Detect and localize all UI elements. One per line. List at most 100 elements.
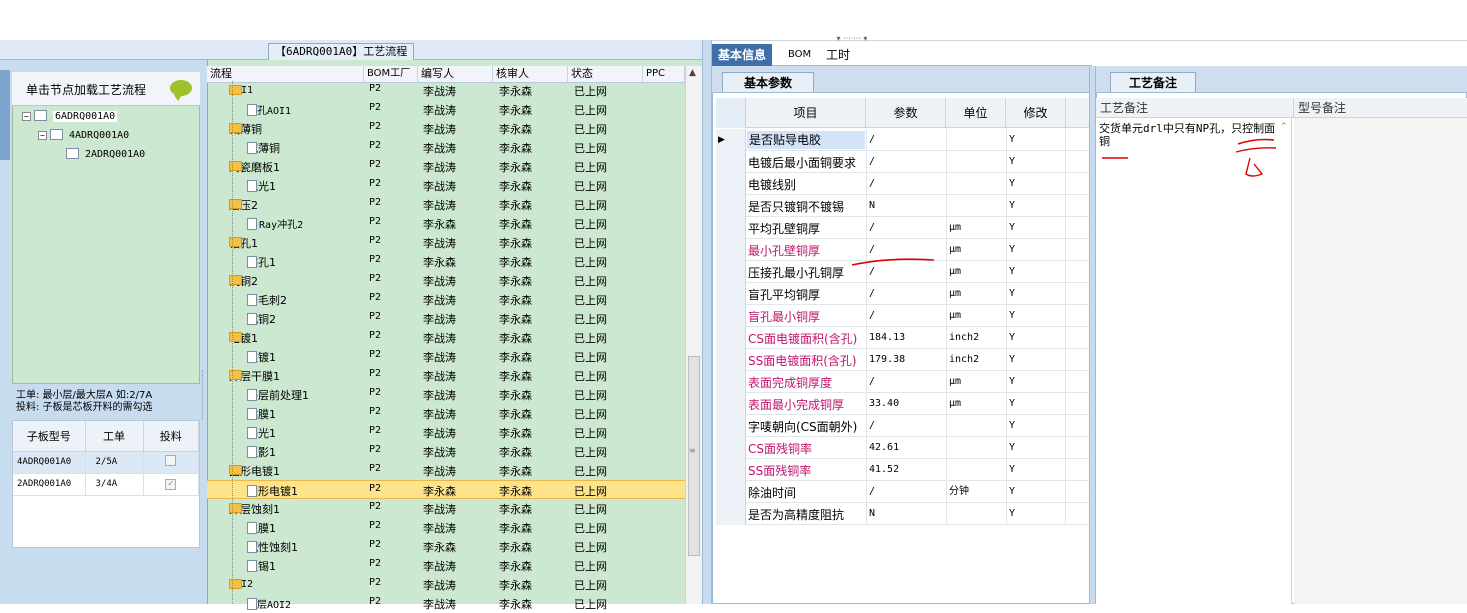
- param-value-cell[interactable]: /: [866, 371, 946, 393]
- row-indicator[interactable]: [716, 393, 746, 415]
- param-row[interactable]: 表面完成铜厚度 / μm Y: [716, 371, 1089, 393]
- flow-row[interactable]: −钻孔1 P2 李战涛 李永森 已上网: [207, 233, 685, 252]
- param-remark-splitter[interactable]: [1089, 66, 1096, 604]
- sub-col-header[interactable]: 投料: [143, 421, 199, 452]
- param-row[interactable]: 盲孔最小铜厚 / μm Y: [716, 305, 1089, 327]
- row-indicator[interactable]: [716, 459, 746, 481]
- tab-process-remark[interactable]: 工艺备注: [1110, 72, 1196, 92]
- sub-order-cell[interactable]: 2/5A: [85, 451, 144, 474]
- col-header-item[interactable]: 项目: [746, 98, 866, 128]
- param-value-cell[interactable]: 42.61: [866, 437, 946, 459]
- flow-row[interactable]: X-Ray冲孔2 P2 李永森 李永森 已上网: [207, 214, 685, 233]
- flow-row[interactable]: 图形电镀1 P2 李永森 李永森 已上网: [207, 480, 685, 499]
- param-value-cell[interactable]: /: [866, 481, 946, 503]
- feed-checkbox[interactable]: ✓: [165, 478, 177, 490]
- flow-row[interactable]: 曝光1 P2 李战涛 李永森 已上网: [207, 423, 685, 442]
- flow-row[interactable]: 显影1 P2 李战涛 李永森 已上网: [207, 442, 685, 461]
- param-row[interactable]: 平均孔壁铜厚 / μm Y: [716, 217, 1089, 239]
- tree-node[interactable]: − 6ADRQ001A0: [22, 110, 118, 122]
- param-row[interactable]: 是否为高精度阻抗 N Y: [716, 503, 1089, 525]
- sub-table-row[interactable]: 4ADRQ001A0 2/5A: [13, 451, 199, 474]
- flow-row[interactable]: 抛光1 P2 李战涛 李永森 已上网: [207, 176, 685, 195]
- row-indicator[interactable]: [716, 503, 746, 525]
- param-value-cell[interactable]: /: [866, 217, 946, 239]
- param-row[interactable]: 电镀线别 / Y: [716, 173, 1089, 195]
- row-indicator[interactable]: [716, 239, 746, 261]
- tree-node[interactable]: 2ADRQ001A0: [66, 148, 145, 160]
- param-row[interactable]: 是否贴导电胶 / Y: [716, 129, 1089, 151]
- param-row[interactable]: 除油时间 / 分钟 Y: [716, 481, 1089, 503]
- flow-row[interactable]: 碱性蚀刻1 P2 李永森 李永森 已上网: [207, 537, 685, 556]
- row-indicator[interactable]: [716, 349, 746, 371]
- sub-col-header[interactable]: 工单: [85, 421, 144, 452]
- process-remark-field[interactable]: [1096, 118, 1292, 604]
- param-row[interactable]: CS面电镀面积(含孔) 184.13 inch2 Y: [716, 327, 1089, 349]
- flow-row[interactable]: −AOI2P2李战涛李永森已上网: [207, 575, 685, 594]
- row-indicator[interactable]: [716, 415, 746, 437]
- col-header-param[interactable]: 参数: [866, 98, 946, 128]
- flow-row[interactable]: 板镀1 P2 李战涛 李永森 已上网: [207, 347, 685, 366]
- col-header-modify[interactable]: 修改: [1006, 98, 1066, 128]
- param-value-cell[interactable]: /: [866, 283, 946, 305]
- param-value-cell[interactable]: /: [866, 173, 946, 195]
- scroll-up-icon[interactable]: ▲: [689, 68, 696, 78]
- row-indicator[interactable]: [716, 481, 746, 503]
- param-row[interactable]: 盲孔平均铜厚 / μm Y: [716, 283, 1089, 305]
- row-indicator[interactable]: [716, 217, 746, 239]
- tree-collapse-icon[interactable]: −: [22, 112, 31, 121]
- flow-row[interactable]: −图形电镀1 P2 李战涛 李永森 已上网: [207, 461, 685, 480]
- param-row[interactable]: 是否只镀铜不镀锡 N Y: [716, 195, 1089, 217]
- param-row[interactable]: 电镀后最小面铜要求 / Y: [716, 151, 1089, 173]
- row-indicator[interactable]: [716, 195, 746, 217]
- tab-bom[interactable]: BOM: [782, 44, 817, 66]
- param-row[interactable]: CS面残铜率 42.61 Y: [716, 437, 1089, 459]
- param-row[interactable]: SS面电镀面积(含孔) 179.38 inch2 Y: [716, 349, 1089, 371]
- flow-row[interactable]: −AOI1P2李战涛李永森已上网: [207, 81, 685, 100]
- flow-row[interactable]: 沉铜2 P2 李战涛 李永森 已上网: [207, 309, 685, 328]
- flow-row[interactable]: −减薄铜 P2 李战涛 李永森 已上网: [207, 119, 685, 138]
- param-value-cell[interactable]: N: [866, 503, 946, 525]
- flow-row[interactable]: 退锡1 P2 李战涛 李永森 已上网: [207, 556, 685, 575]
- flow-row[interactable]: −外层蚀刻1 P2 李战涛 李永森 已上网: [207, 499, 685, 518]
- param-row[interactable]: SS面残铜率 41.52 Y: [716, 459, 1089, 481]
- flow-row[interactable]: 外层前处理1 P2 李战涛 李永森 已上网: [207, 385, 685, 404]
- flow-row[interactable]: 去毛刺2 P2 李战涛 李永森 已上网: [207, 290, 685, 309]
- flow-row[interactable]: 退膜1 P2 李战涛 李永森 已上网: [207, 518, 685, 537]
- param-value-cell[interactable]: 184.13: [866, 327, 946, 349]
- feed-checkbox[interactable]: [165, 455, 177, 466]
- param-value-cell[interactable]: /: [866, 415, 946, 437]
- tab-basic-info[interactable]: 基本信息: [712, 44, 773, 66]
- flow-row[interactable]: −外层干膜1 P2 李战涛 李永森 已上网: [207, 366, 685, 385]
- tree-node[interactable]: − 4ADRQ001A0: [38, 129, 129, 141]
- flow-row[interactable]: 贴膜1 P2 李战涛 李永森 已上网: [207, 404, 685, 423]
- row-indicator[interactable]: [716, 327, 746, 349]
- param-value-cell[interactable]: 41.52: [866, 459, 946, 481]
- param-value-cell[interactable]: /: [866, 305, 946, 327]
- tab-basic-params[interactable]: 基本参数: [722, 72, 814, 92]
- row-indicator[interactable]: [716, 305, 746, 327]
- model-remark-field[interactable]: [1294, 118, 1467, 604]
- tab-work-hours[interactable]: 工时: [820, 44, 856, 66]
- flow-row[interactable]: 塞孔AOI1 P2 李战涛 李永森 已上网: [207, 100, 685, 119]
- scroll-thumb[interactable]: [688, 356, 700, 556]
- middle-right-splitter[interactable]: [702, 40, 712, 604]
- param-value-cell[interactable]: 179.38: [866, 349, 946, 371]
- tree-collapse-icon[interactable]: −: [38, 131, 47, 140]
- row-indicator[interactable]: [716, 151, 746, 173]
- param-value-cell[interactable]: N: [866, 195, 946, 217]
- flow-row[interactable]: 钻孔1 P2 李永森 李永森 已上网: [207, 252, 685, 271]
- sub-col-header[interactable]: 子板型号: [13, 421, 86, 452]
- flow-row[interactable]: −层压2 P2 李战涛 李永森 已上网: [207, 195, 685, 214]
- param-value-cell[interactable]: /: [866, 151, 946, 173]
- param-row[interactable]: 表面最小完成铜厚 33.40 μm Y: [716, 393, 1089, 415]
- param-value-cell[interactable]: 33.40: [866, 393, 946, 415]
- row-indicator[interactable]: [716, 261, 746, 283]
- row-indicator[interactable]: [716, 437, 746, 459]
- sub-table-row[interactable]: 2ADRQ001A0 3/4A ✓: [13, 473, 199, 496]
- row-indicator[interactable]: [716, 371, 746, 393]
- param-value-cell[interactable]: /: [866, 129, 946, 151]
- flow-row[interactable]: −沉铜2 P2 李战涛 李永森 已上网: [207, 271, 685, 290]
- left-side-tab[interactable]: [0, 70, 10, 160]
- param-row[interactable]: 字唛朝向(CS面朝外) / Y: [716, 415, 1089, 437]
- flow-vertical-scrollbar[interactable]: ▲ ≡: [685, 66, 702, 604]
